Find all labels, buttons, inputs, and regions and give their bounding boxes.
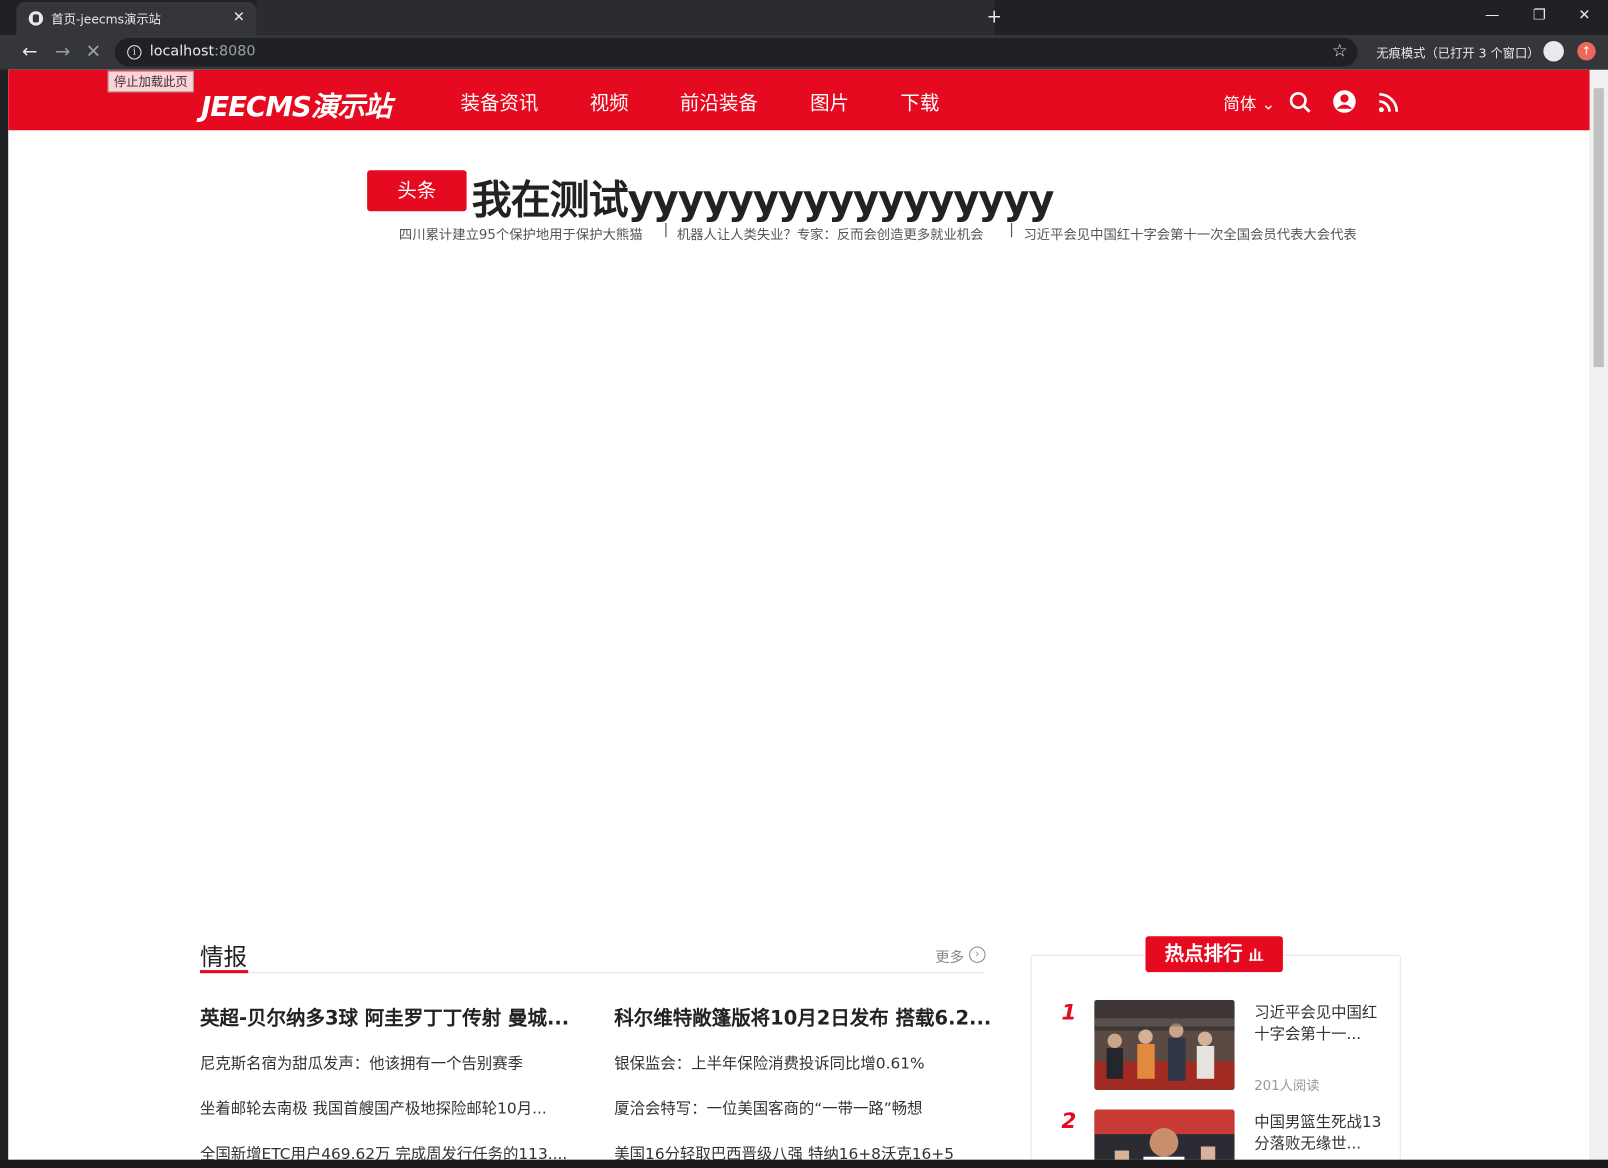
section-title-underline bbox=[199, 970, 249, 974]
rank-number: 1 bbox=[1061, 999, 1077, 1025]
minimize-icon[interactable]: — bbox=[1469, 4, 1516, 29]
nav-item-download[interactable]: 下载 bbox=[900, 88, 939, 116]
menu-update-icon[interactable]: ↑ bbox=[1577, 42, 1596, 61]
article-link[interactable]: 全国新增ETC用户469.62万 完成周发行任务的113.... bbox=[200, 1142, 567, 1159]
stop-loading-icon[interactable]: ✕ bbox=[82, 41, 105, 64]
incognito-icon[interactable] bbox=[1543, 41, 1564, 62]
chevron-down-icon: ⌄ bbox=[1261, 94, 1276, 114]
bookmark-star-icon[interactable]: ☆ bbox=[1332, 41, 1348, 62]
taskbar-edge bbox=[0, 1159, 1608, 1168]
blurred-region bbox=[256, 0, 995, 35]
chevron-right-circle-icon[interactable]: › bbox=[969, 946, 986, 963]
forward-icon[interactable]: → bbox=[51, 41, 74, 64]
site-header: JEECMS演示站 装备资讯 视频 前沿装备 图片 下载 简体 ⌄ bbox=[8, 69, 1590, 131]
hot-item-reads: 201人阅读 bbox=[1254, 1078, 1320, 1095]
section-divider bbox=[199, 972, 985, 974]
article-featured[interactable]: 英超-贝尔纳多3球 阿圭罗丁丁传射 曼城... bbox=[200, 1003, 569, 1031]
hot-item-thumbnail[interactable] bbox=[1094, 1109, 1235, 1160]
restore-icon[interactable]: ❐ bbox=[1516, 4, 1563, 29]
headline-title[interactable]: 我在测试yyyyyyyyyyyyyyyyy bbox=[472, 168, 1055, 225]
rss-icon[interactable] bbox=[1376, 90, 1401, 115]
article-featured[interactable]: 科尔维特敞篷版将10月2日发布 搭载6.2... bbox=[614, 1003, 991, 1031]
close-tab-icon[interactable]: ✕ bbox=[230, 8, 248, 26]
url-text: localhost:8080 bbox=[149, 43, 256, 60]
hot-item-title[interactable]: 习近平会见中国红十字会第十一... bbox=[1254, 1002, 1387, 1045]
site-logo[interactable]: JEECMS演示站 bbox=[201, 84, 392, 124]
separator: | bbox=[663, 221, 669, 238]
headline-sub-item[interactable]: 机器人让人类失业？专家：反而会创造更多就业机会 bbox=[677, 224, 984, 243]
article-link[interactable]: 尼克斯名宿为甜瓜发声：他该拥有一个告别赛季 bbox=[200, 1052, 523, 1074]
vertical-scrollbar[interactable] bbox=[1589, 69, 1608, 1160]
globe-icon bbox=[28, 11, 44, 26]
headline-badge: 头条 bbox=[367, 170, 467, 212]
hot-ranking-title: 热点排行 bbox=[1145, 936, 1283, 973]
tab-title: 首页-jeecms演示站 bbox=[51, 12, 161, 27]
back-icon[interactable]: ← bbox=[18, 41, 41, 64]
article-link[interactable]: 厦洽会特写：一位美国客商的“一带一路”畅想 bbox=[614, 1097, 922, 1119]
nav-item-frontier[interactable]: 前沿装备 bbox=[680, 88, 758, 116]
new-tab-icon[interactable]: + bbox=[987, 6, 1002, 28]
headline-sub-item[interactable]: 习近平会见中国红十字会第十一次全国会员代表大会代表 bbox=[1023, 224, 1356, 243]
browser-tab[interactable]: 首页-jeecms演示站 ✕ bbox=[16, 2, 257, 35]
address-bar[interactable]: i localhost:8080 ☆ bbox=[114, 37, 1358, 67]
nav-item-video[interactable]: 视频 bbox=[590, 88, 629, 116]
section-title[interactable]: 情报 bbox=[200, 937, 247, 972]
nav-item-equipment-news[interactable]: 装备资讯 bbox=[460, 88, 538, 116]
scrollbar-thumb[interactable] bbox=[1593, 88, 1604, 368]
article-link[interactable]: 坐着邮轮去南极 我国首艘国产极地探险邮轮10月... bbox=[200, 1097, 547, 1119]
web-page: JEECMS演示站 装备资讯 视频 前沿装备 图片 下载 简体 ⌄ 停止加载此页… bbox=[8, 69, 1590, 1160]
separator: | bbox=[1009, 221, 1014, 238]
rank-number: 2 bbox=[1061, 1108, 1077, 1134]
headline-sub-item[interactable]: 四川累计建立95个保护地用于保护大熊猫 bbox=[399, 224, 643, 243]
hot-item-thumbnail[interactable] bbox=[1094, 999, 1235, 1091]
info-icon[interactable]: i bbox=[127, 45, 142, 60]
more-link[interactable]: 更多 bbox=[935, 946, 964, 967]
browser-toolbar: ← → ✕ i localhost:8080 ☆ 无痕模式（已打开 3 个窗口）… bbox=[0, 34, 1608, 70]
article-link[interactable]: 银保监会：上半年保险消费投诉同比增0.61% bbox=[614, 1052, 924, 1074]
language-select[interactable]: 简体 ⌄ bbox=[1223, 90, 1275, 115]
left-edge bbox=[0, 69, 9, 1160]
user-icon[interactable] bbox=[1332, 89, 1357, 114]
tab-strip: 首页-jeecms演示站 ✕ + — ❐ ✕ bbox=[0, 0, 1608, 35]
article-link[interactable]: 美国16分轻取巴西晋级八强 特纳16+8沃克16+5 bbox=[614, 1142, 954, 1159]
incognito-label: 无痕模式（已打开 3 个窗口） bbox=[1376, 46, 1540, 61]
window-close-icon[interactable]: ✕ bbox=[1561, 4, 1608, 29]
search-icon[interactable] bbox=[1288, 90, 1313, 115]
nav-item-pictures[interactable]: 图片 bbox=[810, 88, 849, 116]
stop-loading-tooltip: 停止加载此页 bbox=[107, 70, 194, 93]
bar-chart-icon bbox=[1249, 948, 1264, 961]
hot-item-title[interactable]: 中国男篮生死战13分落败无缘世... bbox=[1254, 1112, 1387, 1155]
